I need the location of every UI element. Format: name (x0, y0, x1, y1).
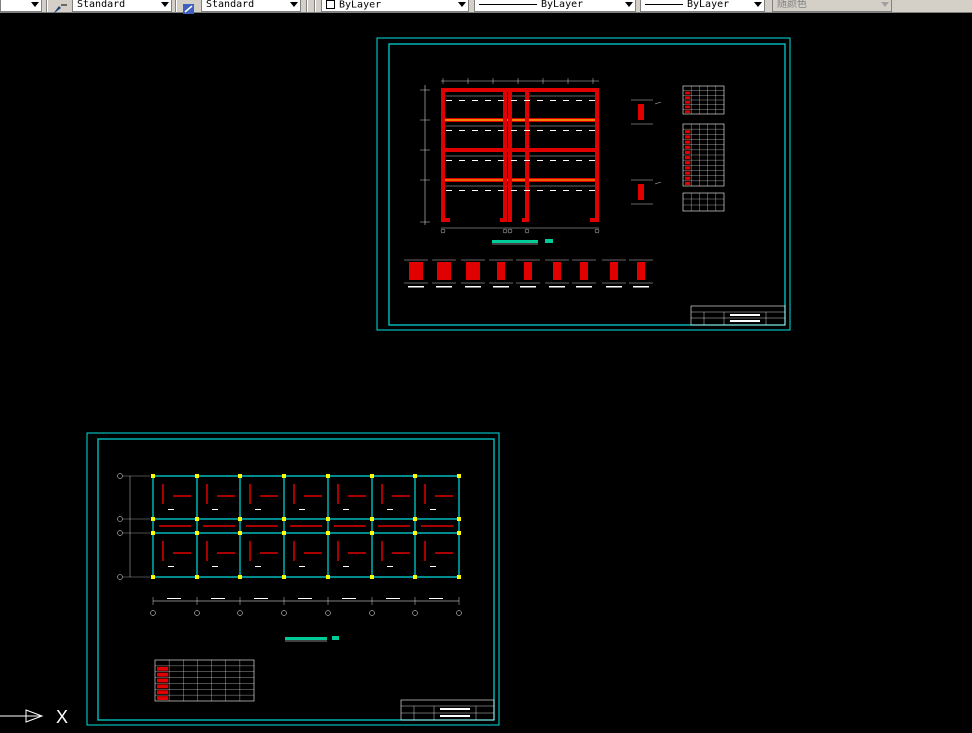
toolbar-separator (306, 0, 308, 12)
properties-toolbar: Standard Standard ByLayer ByLayer ByLaye… (0, 0, 972, 15)
schedule-tables (682, 85, 725, 212)
linetype-preview-icon (479, 3, 537, 5)
title-block (690, 305, 786, 326)
color-value: ByLayer (339, 0, 382, 11)
plot-style-dropdown: 随颜色 (772, 0, 892, 12)
text-style-dropdown[interactable]: Standard (72, 0, 172, 12)
section-details (404, 259, 653, 288)
text-style-icon[interactable] (51, 0, 69, 15)
lineweight-value: ByLayer (687, 0, 730, 10)
linetype-dropdown[interactable]: ByLayer (474, 0, 636, 12)
drawing-sheet-plan[interactable] (86, 432, 500, 726)
elevation-title (492, 239, 553, 245)
text-style-value: Standard (77, 0, 126, 10)
dim-style-value: Standard (206, 0, 255, 10)
column-schedule-table (154, 659, 255, 702)
dim-style-icon[interactable] (180, 0, 198, 14)
prev-dropdown[interactable] (0, 0, 42, 12)
drawing-sheet-elevation[interactable] (376, 37, 791, 331)
lineweight-preview-icon (645, 3, 683, 5)
plan-title-block (400, 699, 495, 721)
plan-title (285, 636, 339, 642)
floor-plan (117, 473, 461, 580)
toolbar-separator (175, 0, 177, 12)
toolbar-separator (46, 0, 48, 12)
lineweight-dropdown[interactable]: ByLayer (640, 0, 765, 12)
color-swatch-icon (326, 0, 335, 9)
plot-style-value: 随颜色 (777, 0, 807, 10)
ucs-icon: X (0, 707, 68, 727)
color-dropdown[interactable]: ByLayer (321, 0, 469, 12)
drawing-canvas[interactable]: X (0, 14, 972, 733)
toolbar-separator (314, 0, 316, 12)
ucs-x-label: X (56, 707, 68, 727)
dim-style-dropdown[interactable]: Standard (201, 0, 301, 12)
linetype-value: ByLayer (541, 0, 584, 10)
frame-elevation (420, 78, 662, 234)
plan-dimensions (150, 597, 462, 616)
